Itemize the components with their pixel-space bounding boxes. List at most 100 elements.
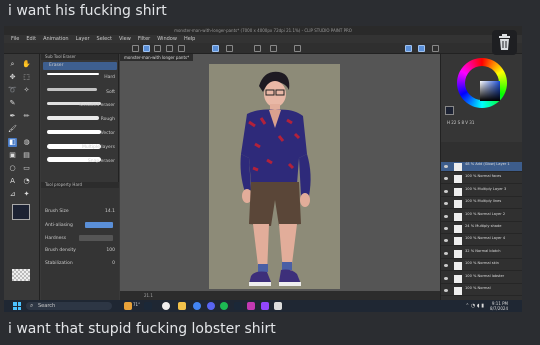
delete-attachment-button[interactable] (492, 30, 517, 55)
eraser-tool-icon[interactable]: ◧ (8, 138, 17, 147)
eraser-hard[interactable]: Hard (43, 74, 117, 82)
menu-help[interactable]: Help (184, 35, 195, 43)
eraser-soft[interactable]: Soft (43, 89, 117, 97)
grid-icon[interactable] (418, 45, 425, 52)
color-wheel[interactable] (457, 58, 507, 108)
app-icon[interactable] (247, 302, 255, 310)
visibility-eye-icon[interactable] (444, 289, 448, 292)
layer-row[interactable]: 100 % Normal Layer 4 (441, 236, 522, 247)
transform-icon[interactable] (166, 45, 173, 52)
menu-view[interactable]: View (119, 35, 131, 43)
visibility-eye-icon[interactable] (444, 189, 448, 193)
eraser-vector[interactable]: Vector (43, 130, 117, 138)
ellipse-icon[interactable] (270, 45, 277, 52)
steam-icon[interactable] (144, 302, 152, 310)
fill-tool-icon[interactable]: ▣ (8, 151, 17, 160)
hand-tool-icon[interactable]: ✋ (22, 60, 31, 69)
pencil-tool-icon[interactable]: ✏ (22, 112, 31, 121)
blend-tool-icon[interactable]: ◍ (22, 138, 31, 147)
transparent-swatch[interactable] (12, 269, 30, 281)
snap-icon[interactable] (212, 45, 219, 52)
visibility-eye-icon[interactable] (444, 227, 448, 230)
menu-file[interactable]: File (11, 35, 19, 43)
visibility-eye-icon[interactable] (444, 214, 448, 218)
menu-window[interactable]: Window (157, 35, 177, 43)
lasso-icon[interactable] (294, 45, 301, 52)
layer-row[interactable]: 24 % Multiply shade (441, 224, 522, 234)
menu-select[interactable]: Select (97, 35, 112, 43)
layer-row[interactable]: 100 % Normal Layer 2 (441, 212, 522, 222)
current-color-swatch[interactable] (445, 106, 454, 115)
layer-row[interactable]: 32 % Normal blotch (441, 249, 522, 259)
layer-row[interactable]: 48 % Add (Glow) Layer 1 (441, 162, 522, 172)
visibility-eye-icon[interactable] (444, 276, 448, 280)
select-tool-icon[interactable]: ⬚ (22, 73, 31, 82)
visibility-eye-icon[interactable] (444, 239, 448, 243)
ruler-icon[interactable] (405, 45, 412, 52)
chrome-icon[interactable] (193, 302, 201, 310)
document-tab[interactable]: monster-man-with longer pants* (120, 54, 194, 61)
eraser-snap[interactable]: Snap eraser (43, 158, 117, 166)
discord-icon[interactable] (207, 302, 215, 310)
hardness-slider[interactable] (79, 235, 113, 241)
brush-size-value[interactable]: 14.1 (105, 209, 115, 214)
menu-edit[interactable]: Edit (26, 35, 36, 43)
twitch-icon[interactable] (261, 302, 269, 310)
frame-tool-icon[interactable]: ▭ (22, 164, 31, 173)
wand-tool-icon[interactable]: ✧ (22, 86, 31, 95)
eraser-rough[interactable]: Rough (43, 116, 117, 124)
brush-tool-icon[interactable]: 🖌 (8, 125, 17, 134)
new-icon[interactable] (132, 45, 139, 52)
move-tool-icon[interactable]: ✥ (8, 73, 17, 82)
saturation-value-square[interactable] (480, 81, 500, 101)
anti-aliasing-selector[interactable] (85, 222, 113, 228)
system-tray[interactable]: ⌃ ◔ ◖ ▮ (465, 303, 484, 309)
headset-icon[interactable] (162, 302, 170, 310)
weather-icon[interactable] (124, 302, 132, 310)
move-icon[interactable] (143, 45, 150, 52)
layer-row[interactable]: 100 % Normal skin (441, 261, 522, 272)
text-tool-icon[interactable]: A (8, 177, 17, 186)
main-color-swatch[interactable] (12, 204, 30, 220)
layer-row[interactable]: 100 % Normal faces (441, 174, 522, 185)
zoom-readout[interactable]: 21.1 (144, 293, 153, 298)
layer-row[interactable]: 100 % Multiply lines (441, 199, 522, 210)
layer-row[interactable]: 100 % Normal (441, 286, 522, 296)
zoom-icon[interactable] (178, 45, 185, 52)
layer-row[interactable]: 100 % Normal lobster (441, 274, 522, 284)
subtool-tab[interactable]: Sub Tool Eraser (41, 54, 118, 60)
ruler-tool-icon[interactable]: ⊿ (8, 190, 17, 199)
menu-layer[interactable]: Layer (76, 35, 90, 43)
taskbar-search[interactable]: Search (26, 302, 112, 310)
select-icon[interactable] (154, 45, 161, 52)
artwork-canvas[interactable] (209, 64, 340, 289)
eraser-kneaded[interactable]: Kneaded eraser (43, 102, 117, 110)
tool-property-tab[interactable]: Tool property Hard (41, 182, 119, 188)
taskbar-clock[interactable]: 9:11 PM 8/7/2024 (490, 301, 508, 311)
flip-icon[interactable] (432, 45, 439, 52)
figure-tool-icon[interactable]: ○ (8, 164, 17, 173)
pen-tool-icon[interactable]: ✒ (8, 112, 17, 121)
clip-studio-icon[interactable] (274, 302, 282, 310)
brush-density-value[interactable]: 100 (106, 248, 115, 253)
zoom-tool-icon[interactable]: ⌕ (8, 60, 17, 69)
windows-start-icon[interactable] (13, 302, 21, 310)
visibility-eye-icon[interactable] (444, 264, 448, 268)
rect-icon[interactable] (254, 45, 261, 52)
visibility-eye-icon[interactable] (444, 177, 448, 181)
visibility-eye-icon[interactable] (444, 251, 448, 255)
eraser-group-label[interactable]: Eraser (43, 62, 117, 70)
eyedropper-icon[interactable]: ✎ (8, 99, 17, 108)
layer-row[interactable]: 100 % Multiply Layer 3 (441, 187, 522, 197)
menu-animation[interactable]: Animation (43, 35, 69, 43)
gradient-tool-icon[interactable]: ▤ (22, 151, 31, 160)
visibility-eye-icon[interactable] (444, 165, 448, 168)
stabilization-value[interactable]: 0 (112, 261, 115, 266)
file-explorer-icon[interactable] (178, 302, 186, 310)
eraser-multiple-layers[interactable]: Multiple layers (43, 144, 117, 152)
correct-line-icon[interactable]: ✦ (22, 190, 31, 199)
visibility-eye-icon[interactable] (444, 202, 448, 206)
lasso-tool-icon[interactable]: ➰ (8, 86, 17, 95)
menu-filter[interactable]: Filter (138, 35, 150, 43)
steam-app-icon[interactable] (234, 302, 242, 310)
